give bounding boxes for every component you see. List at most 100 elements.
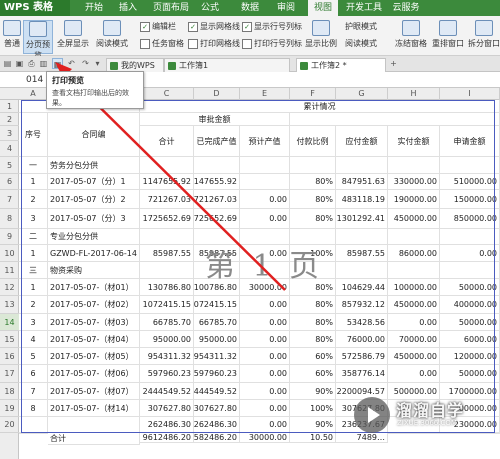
table-cell[interactable] (388, 157, 440, 174)
table-cell[interactable]: 95000.00 (140, 331, 194, 348)
table-cell[interactable]: 1072415.15 (140, 296, 194, 314)
table-cell[interactable]: 6 (19, 365, 48, 383)
task-pane-checkbox[interactable]: 任务窗格 (140, 38, 184, 50)
table-cell[interactable]: 0.00 (240, 190, 290, 209)
table-cell[interactable] (388, 262, 440, 279)
customize-icon[interactable]: ▾ (92, 58, 103, 69)
row-header[interactable]: 15 (0, 331, 19, 348)
column-header[interactable]: C (140, 88, 194, 100)
row-header[interactable]: 13 (0, 296, 19, 314)
column-header[interactable]: H (388, 88, 440, 100)
table-cell[interactable]: 483118.19 (336, 190, 388, 209)
header-cell[interactable]: 预计产值 (240, 126, 290, 157)
table-cell[interactable]: 90% (290, 383, 336, 400)
table-cell[interactable] (19, 417, 48, 433)
menu-item[interactable]: 公式 (196, 0, 224, 16)
table-cell[interactable] (336, 262, 388, 279)
column-header[interactable]: I (440, 88, 500, 100)
table-cell[interactable]: 0.00 (240, 417, 290, 433)
table-cell[interactable]: 2017-05-07（分）3 (48, 209, 140, 229)
table-cell[interactable]: 104629.44 (336, 279, 388, 296)
table-cell[interactable]: 597960.23 (140, 365, 194, 383)
table-cell[interactable]: 1072415.15 (194, 296, 240, 314)
table-cell[interactable]: 0.00 (240, 348, 290, 365)
table-cell[interactable]: 50000.00 (440, 279, 500, 296)
table-cell[interactable]: 954311.32 (140, 348, 194, 365)
header-cell[interactable]: 实付金额 (388, 126, 440, 157)
header-cell[interactable]: 审批金额 (140, 113, 290, 126)
table-cell[interactable] (440, 157, 500, 174)
header-cell[interactable]: 累计情况 (140, 100, 500, 113)
table-cell[interactable]: 2017-05-07-（材14） (48, 400, 140, 417)
table-cell[interactable]: 2017-05-07（分）2 (48, 190, 140, 209)
table-cell[interactable]: 3 (19, 314, 48, 331)
table-cell[interactable]: 85987.55 (336, 245, 388, 262)
table-cell[interactable]: 50000.00 (440, 365, 500, 383)
row-header[interactable]: 7 (0, 190, 19, 209)
table-cell[interactable]: 9582486.20 (194, 433, 240, 443)
table-cell[interactable] (440, 229, 500, 245)
normal-view-button[interactable]: 普通 (2, 20, 22, 54)
table-cell[interactable]: 450000.00 (388, 296, 440, 314)
table-cell[interactable]: 0.00 (240, 400, 290, 417)
table-cell[interactable]: 8 (19, 400, 48, 417)
table-cell[interactable]: 85987.55 (140, 245, 194, 262)
table-cell[interactable]: 510000.00 (440, 174, 500, 190)
table-cell[interactable]: 专业分包分供 (48, 229, 140, 245)
table-cell[interactable]: 70000.00 (388, 331, 440, 348)
table-cell[interactable]: 857932.12 (336, 296, 388, 314)
header-cell[interactable]: 申请金额 (440, 126, 500, 157)
print-preview-icon[interactable]: ▦ (52, 58, 63, 69)
table-cell[interactable]: 1 (19, 279, 48, 296)
table-cell[interactable] (48, 417, 140, 433)
column-header[interactable]: E (240, 88, 290, 100)
table-cell[interactable]: 0.00 (388, 314, 440, 331)
table-cell[interactable]: 90% (290, 417, 336, 433)
table-cell[interactable]: 954311.32 (194, 348, 240, 365)
column-header[interactable]: G (336, 88, 388, 100)
table-cell[interactable]: 1725652.69 (194, 209, 240, 229)
table-cell[interactable]: 847951.63 (336, 174, 388, 190)
table-cell[interactable]: 3 (19, 209, 48, 229)
show-headers-checkbox[interactable]: ✓ 显示行号列标 (242, 21, 302, 33)
column-header[interactable]: A (19, 88, 48, 100)
header-cell[interactable]: 付款比例 (290, 126, 336, 157)
tab-workbook-1[interactable]: 工作簿1 (164, 58, 290, 72)
table-cell[interactable] (140, 262, 194, 279)
table-cell[interactable]: 60% (290, 365, 336, 383)
table-cell[interactable] (388, 229, 440, 245)
export-pdf-icon[interactable]: ▥ (38, 58, 49, 69)
table-cell[interactable] (240, 157, 290, 174)
table-cell[interactable]: 0.00 (440, 245, 500, 262)
row-header[interactable]: 9 (0, 229, 19, 245)
rearrange-windows-button[interactable]: 重排窗口 (429, 20, 467, 54)
table-cell[interactable]: 三 (19, 262, 48, 279)
table-cell[interactable]: 1725652.69 (140, 209, 194, 229)
table-cell[interactable]: 2444549.52 (194, 383, 240, 400)
table-cell[interactable]: 80% (290, 331, 336, 348)
table-cell[interactable]: 100% (290, 400, 336, 417)
table-cell[interactable] (140, 157, 194, 174)
table-cell[interactable] (19, 433, 48, 434)
table-cell[interactable]: 2 (19, 296, 48, 314)
table-cell[interactable]: 0.00 (240, 296, 290, 314)
eye-protection-button[interactable]: 护眼模式 (345, 21, 377, 33)
app-menu-button[interactable]: WPS 表格 (0, 0, 70, 16)
show-gridlines-checkbox[interactable]: ✓ 显示网格线 (188, 21, 240, 33)
menu-item[interactable]: 审阅 (272, 0, 300, 16)
table-cell[interactable]: 330000.00 (388, 174, 440, 190)
menu-item[interactable]: 开始 (80, 0, 108, 16)
row-header[interactable]: 17 (0, 365, 19, 383)
undo-icon[interactable]: ↶ (66, 58, 77, 69)
table-cell[interactable]: 450000.00 (388, 209, 440, 229)
row-header[interactable]: 12 (0, 279, 19, 296)
menu-item[interactable]: 数据 (236, 0, 264, 16)
freeze-panes-button[interactable]: 冻结窗格 (394, 20, 428, 54)
table-cell[interactable]: 597960.23 (194, 365, 240, 383)
table-cell[interactable]: 150000.00 (440, 190, 500, 209)
reading-mode-button[interactable]: 阅读模式 (92, 20, 132, 54)
table-cell[interactable]: 80% (290, 190, 336, 209)
menu-item[interactable]: 页面布局 (150, 0, 192, 16)
table-cell[interactable]: 2017-05-07-（材07） (48, 383, 140, 400)
table-cell[interactable]: 1147655.92 (194, 174, 240, 190)
